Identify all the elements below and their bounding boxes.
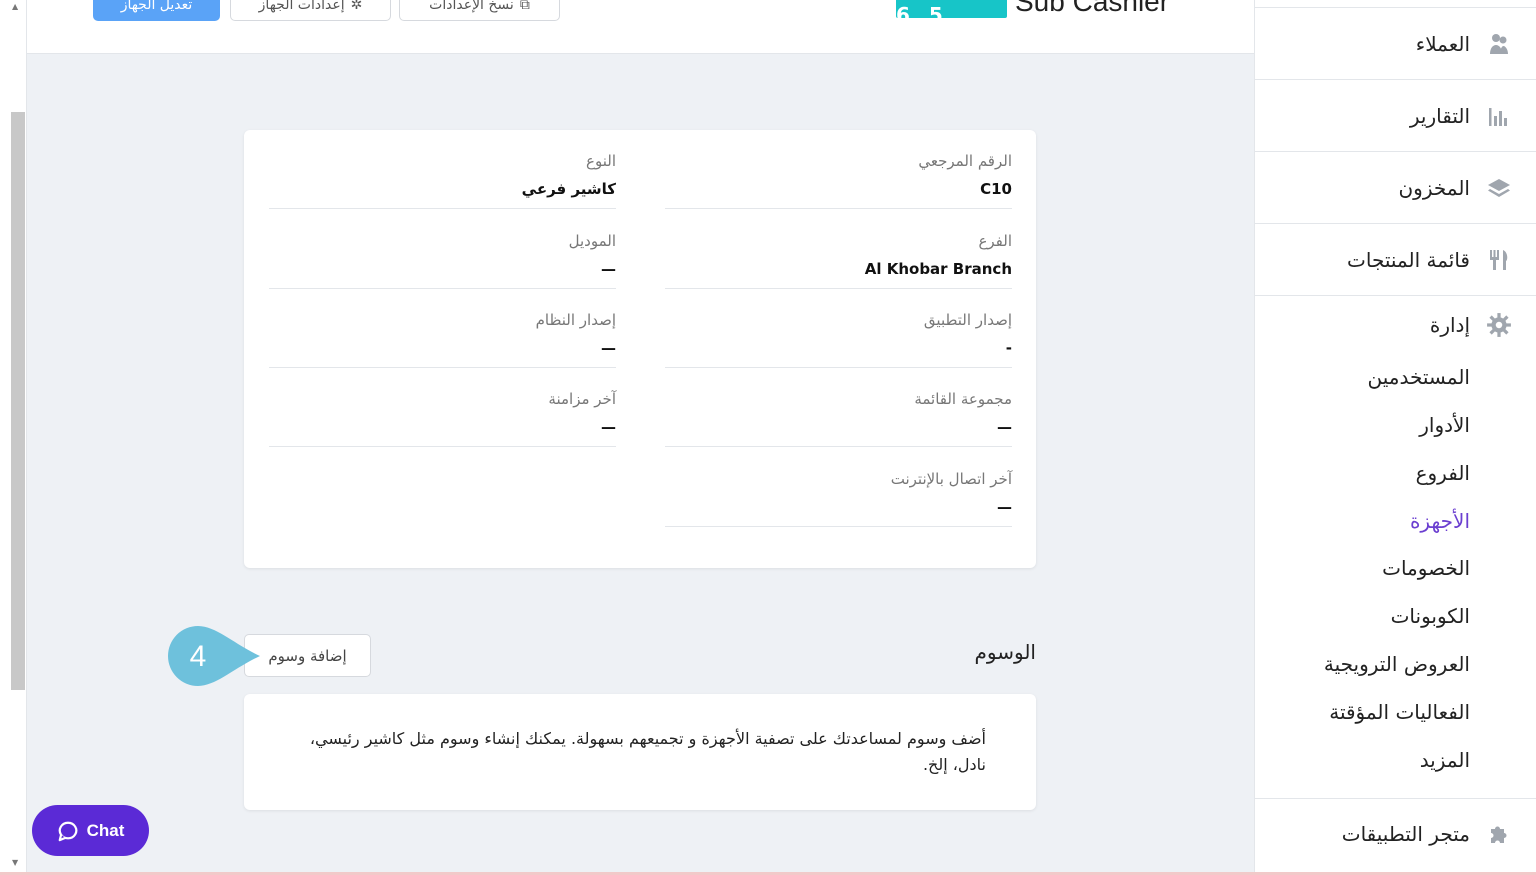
- copy-settings-button[interactable]: نسخ الإعدادات ⧉: [399, 0, 560, 21]
- device-settings-button[interactable]: إعدادات الجهاز ✲: [230, 0, 391, 21]
- sidebar-item-reports[interactable]: التقارير: [1254, 80, 1536, 152]
- last-online-value: —: [997, 498, 1012, 516]
- sidebar-sub-devices[interactable]: الأجهزة: [1410, 509, 1470, 533]
- last-sync-field: آخر مزامنة —: [269, 368, 616, 447]
- edit-device-button[interactable]: تعديل الجهاز: [93, 0, 220, 21]
- scroll-down-arrow-icon[interactable]: ▼: [12, 858, 18, 867]
- last-sync-label: آخر مزامنة: [548, 390, 616, 408]
- sidebar-item-label: العملاء: [1415, 31, 1470, 56]
- app-version-field: إصدار التطبيق -: [665, 289, 1012, 368]
- gear-icon: [1486, 312, 1512, 338]
- copy-icon: ⧉: [519, 0, 530, 13]
- sidebar-item-admin[interactable]: إدارة: [1430, 312, 1512, 338]
- model-value: —: [601, 260, 616, 278]
- os-version-field: إصدار النظام —: [269, 289, 616, 368]
- device-details-card: الرقم المرجعي C10 الفرع Al Khobar Branch…: [244, 130, 1036, 568]
- branch-field: الفرع Al Khobar Branch: [665, 210, 1012, 289]
- menu-group-field: مجموعة القائمة —: [665, 368, 1012, 447]
- sidebar-sub-branches[interactable]: الفروع: [1416, 461, 1470, 485]
- sidebar-item-label: قائمة المنتجات: [1347, 247, 1470, 272]
- tags-description: أضف وسوم لمساعدتك على تصفية الأجهزة و تج…: [309, 729, 986, 774]
- model-field: الموديل —: [269, 210, 616, 289]
- app-version-value: -: [1005, 339, 1012, 357]
- sidebar-sub-timed-events[interactable]: الفعاليات المؤقتة: [1329, 700, 1470, 724]
- inventory-layers-icon: [1486, 175, 1512, 201]
- app-version-label: إصدار التطبيق: [923, 311, 1012, 329]
- page-scrollbar[interactable]: ▲ ▼: [0, 0, 27, 875]
- sidebar-sub-promotions[interactable]: العروض الترويجية: [1324, 652, 1470, 676]
- sidebar-sub-roles[interactable]: الأدوار: [1419, 413, 1470, 437]
- sidebar: العملاء التقارير المخزون قائمة المنتجات …: [1254, 0, 1536, 875]
- sidebar-item-label: المخزون: [1398, 175, 1470, 200]
- gear-small-icon: ✲: [350, 0, 363, 13]
- customers-icon: [1486, 31, 1512, 57]
- sidebar-item-customers[interactable]: العملاء: [1254, 8, 1536, 80]
- os-version-value: —: [601, 339, 616, 357]
- sidebar-admin-label: إدارة: [1429, 313, 1470, 337]
- reference-value: C10: [980, 180, 1012, 198]
- model-label: الموديل: [568, 232, 616, 250]
- sidebar-item-app-store[interactable]: متجر التطبيقات: [1254, 799, 1536, 869]
- menu-group-value: —: [997, 418, 1012, 436]
- sidebar-item-inventory[interactable]: المخزون: [1254, 152, 1536, 224]
- last-online-field: آخر اتصال بالإنترنت —: [665, 448, 1012, 527]
- page-title: Sub Cashier: [1015, 0, 1170, 17]
- scrollbar-thumb[interactable]: [11, 112, 25, 690]
- branch-value: Al Khobar Branch: [864, 260, 1012, 278]
- menu-fork-knife-icon: [1486, 247, 1512, 273]
- tags-info-card: أضف وسوم لمساعدتك على تصفية الأجهزة و تج…: [244, 694, 1036, 810]
- sidebar-item-label: التقارير: [1409, 103, 1470, 128]
- last-online-label: آخر اتصال بالإنترنت: [890, 470, 1012, 488]
- page-header: تعديل الجهاز إعدادات الجهاز ✲ نسخ الإعدا…: [27, 0, 1254, 54]
- branch-label: الفرع: [978, 232, 1012, 250]
- reference-field: الرقم المرجعي C10: [665, 130, 1012, 209]
- menu-group-label: مجموعة القائمة: [914, 390, 1012, 408]
- sidebar-sub-users[interactable]: المستخدمين: [1368, 365, 1470, 389]
- sidebar-sub-coupons[interactable]: الكوبونات: [1391, 604, 1470, 628]
- sidebar-item-menu[interactable]: قائمة المنتجات: [1254, 224, 1536, 296]
- chat-button[interactable]: Chat: [32, 805, 149, 856]
- tutorial-step-number: 4: [190, 640, 207, 673]
- scroll-up-arrow-icon[interactable]: ▲: [12, 2, 18, 11]
- sidebar-sub-discounts[interactable]: الخصومات: [1382, 556, 1470, 580]
- chat-bubble-icon: [58, 821, 77, 841]
- type-field: النوع كاشير فرعي: [269, 130, 616, 209]
- sidebar-item-label: متجر التطبيقات: [1341, 822, 1470, 846]
- tags-section-title: الوسوم: [974, 640, 1036, 664]
- sidebar-sub-more[interactable]: المزيد: [1420, 748, 1470, 772]
- type-value: كاشير فرعي: [521, 180, 616, 198]
- reports-chart-icon: [1486, 103, 1512, 129]
- copy-settings-label: نسخ الإعدادات: [429, 0, 514, 13]
- os-version-label: إصدار النظام: [535, 311, 616, 329]
- chat-label: Chat: [86, 820, 125, 840]
- tutorial-step-marker: 4: [168, 626, 260, 686]
- type-label: النوع: [586, 152, 616, 170]
- puzzle-icon: [1486, 821, 1512, 847]
- last-sync-value: —: [601, 418, 616, 436]
- device-settings-label: إعدادات الجهاز: [258, 0, 345, 13]
- reference-label: الرقم المرجعي: [918, 152, 1012, 170]
- device-code-badge: S Y Z 6 5: [896, 0, 1007, 27]
